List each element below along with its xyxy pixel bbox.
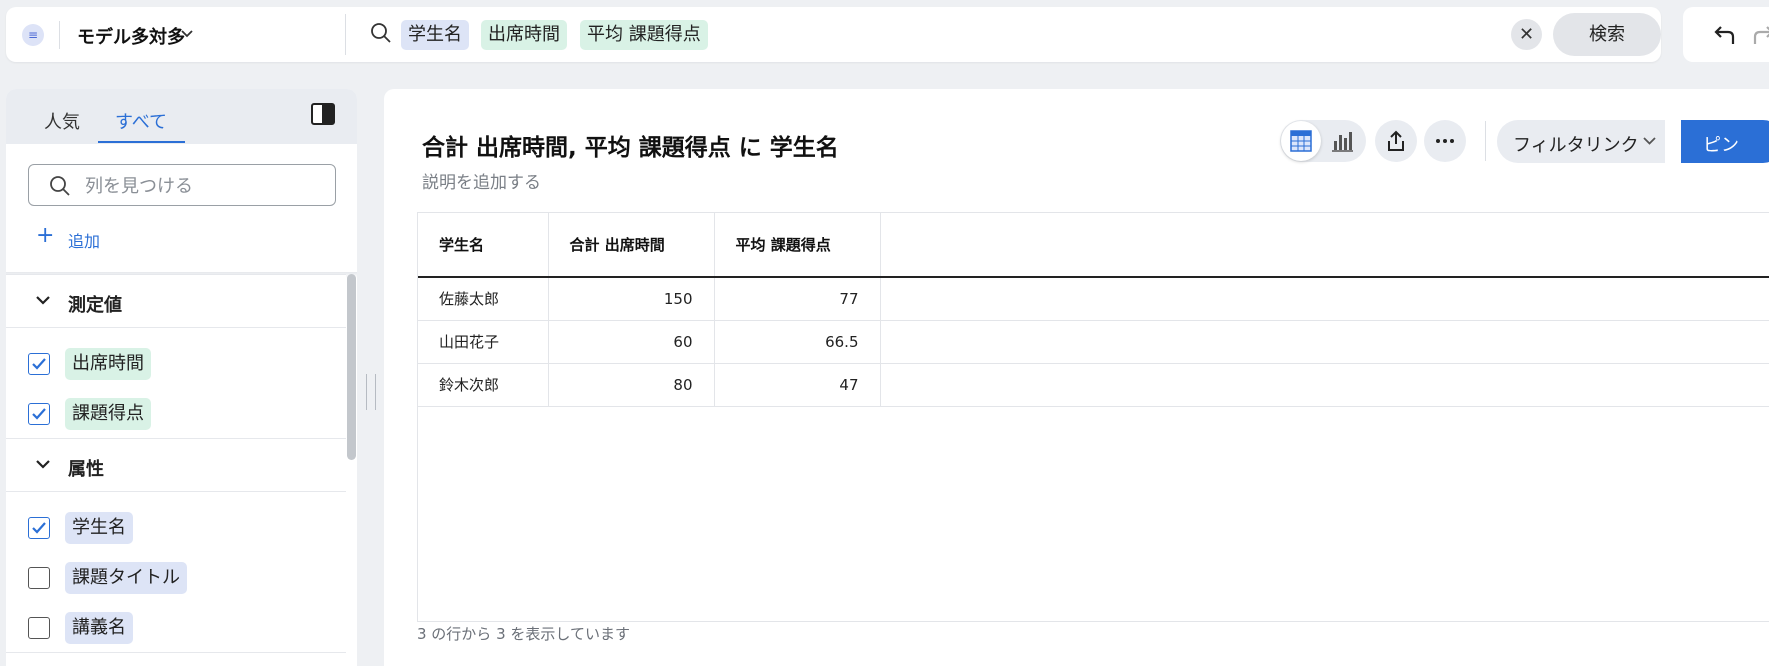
more-button[interactable] — [1424, 120, 1466, 162]
table-cell: 66.5 — [714, 320, 881, 364]
active-tab-indicator — [98, 141, 185, 143]
visualization-panel: 合計 出席時間, 平均 課題得点 に 学生名 説明を追加する フィルタリンク ピ… — [384, 89, 1769, 666]
panel-tabs: 人気 すべて — [6, 89, 357, 144]
add-label: 追加 — [68, 232, 101, 251]
checkmark-icon — [32, 522, 46, 534]
filter-link-button[interactable]: フィルタリンク — [1497, 120, 1665, 163]
chevron-down-icon[interactable] — [181, 30, 193, 38]
checkmark-icon — [32, 358, 46, 370]
view-toggle — [1280, 120, 1366, 162]
column-header[interactable]: 合計 出席時間 — [548, 213, 715, 278]
table-row: 鈴木次郎 80 47 — [418, 363, 1769, 407]
table-cell: 60 — [548, 320, 715, 364]
divider — [1485, 121, 1486, 161]
divider — [6, 652, 346, 653]
more-icon — [1436, 139, 1454, 143]
model-name[interactable]: モデル多対多 — [77, 23, 185, 49]
table-row: 佐藤太郎 150 77 — [418, 277, 1769, 321]
results-table: 学生名 合計 出席時間 平均 課題得点 佐藤太郎 150 77 山田花子 60 … — [417, 212, 1769, 622]
plus-icon: + — [36, 223, 55, 248]
column-panel: 人気 すべて + 追加 測定値 出席時間 課題得点 属性 学生名 課題タイトル — [6, 89, 357, 666]
share-icon — [1388, 130, 1404, 151]
table-cell: 佐藤太郎 — [418, 277, 549, 321]
undo-icon[interactable] — [1713, 24, 1737, 46]
measure-chip: 出席時間 — [65, 348, 151, 380]
table-cell: 80 — [548, 363, 715, 407]
search-icon — [50, 176, 70, 196]
description-field[interactable]: 説明を追加する — [422, 168, 541, 193]
search-token[interactable]: 学生名 — [401, 20, 469, 50]
section-label: 属性 — [68, 459, 104, 480]
divider — [59, 21, 60, 49]
find-column-input[interactable] — [85, 173, 325, 199]
checkbox[interactable] — [28, 617, 50, 639]
search-icon — [371, 23, 391, 43]
table-row: 山田花子 60 66.5 — [418, 320, 1769, 364]
chevron-down-icon — [36, 296, 50, 305]
redo-icon[interactable] — [1751, 24, 1769, 46]
table-view-button[interactable] — [1281, 121, 1321, 161]
checkbox[interactable] — [28, 403, 50, 425]
tab-popular[interactable]: 人気 — [44, 108, 80, 134]
checkmark-icon — [32, 408, 46, 420]
pin-button[interactable]: ピン — [1681, 120, 1769, 163]
divider — [345, 14, 346, 55]
scrollbar[interactable] — [347, 274, 356, 460]
section-label: 測定値 — [68, 295, 122, 316]
table-cell: 山田花子 — [418, 320, 549, 364]
checkbox[interactable] — [28, 517, 50, 539]
attribute-chip: 学生名 — [65, 512, 133, 544]
column-header[interactable]: 学生名 — [418, 213, 549, 278]
share-button[interactable] — [1375, 120, 1417, 162]
section-attributes-header[interactable]: 属性 — [6, 438, 346, 492]
table-icon — [1290, 130, 1312, 152]
search-token[interactable]: 平均 課題得点 — [580, 20, 708, 50]
row-count-text: 3 の行から 3 を表示しています — [417, 625, 630, 643]
find-column-field[interactable] — [28, 164, 336, 206]
search-bar: ≡ モデル多対多 学生名 出席時間 平均 課題得点 ✕ 検索 — [6, 7, 1661, 62]
table-cell: 77 — [714, 277, 881, 321]
attribute-chip: 課題タイトル — [65, 562, 187, 594]
panel-toggle-icon[interactable] — [311, 103, 335, 125]
table-header-row: 学生名 合計 出席時間 平均 課題得点 — [418, 213, 1769, 278]
list-item[interactable]: 講義名 — [6, 603, 346, 653]
table-cell: 鈴木次郎 — [418, 363, 549, 407]
list-item[interactable]: 課題得点 — [6, 389, 346, 439]
table-cell: 47 — [714, 363, 881, 407]
table-cell-empty — [880, 320, 1769, 364]
attribute-chip: 講義名 — [65, 612, 133, 644]
list-item[interactable]: 学生名 — [6, 503, 346, 553]
history-bar — [1683, 7, 1769, 62]
list-item[interactable]: 課題タイトル — [6, 553, 346, 603]
search-token[interactable]: 出席時間 — [481, 20, 567, 50]
bar-chart-icon — [1332, 132, 1353, 152]
chevron-down-icon — [1643, 137, 1656, 145]
panel-resize-handle[interactable] — [366, 374, 376, 410]
search-button[interactable]: 検索 — [1553, 13, 1661, 56]
table-cell: 150 — [548, 277, 715, 321]
table-cell-empty — [880, 277, 1769, 321]
menu-icon[interactable]: ≡ — [22, 24, 44, 46]
table-cell-empty — [880, 363, 1769, 407]
page-title[interactable]: 合計 出席時間, 平均 課題得点 に 学生名 — [422, 128, 839, 162]
filter-link-label: フィルタリンク — [1513, 135, 1639, 156]
column-header[interactable]: 平均 課題得点 — [714, 213, 881, 278]
chevron-down-icon — [36, 460, 50, 469]
pin-label: ピン — [1703, 135, 1739, 156]
list-item[interactable]: 出席時間 — [6, 339, 346, 389]
section-measures-header[interactable]: 測定値 — [6, 274, 346, 328]
checkbox[interactable] — [28, 567, 50, 589]
clear-search-button[interactable]: ✕ — [1511, 19, 1542, 50]
checkbox[interactable] — [28, 353, 50, 375]
tab-all[interactable]: すべて — [115, 108, 167, 134]
column-header-empty — [880, 213, 1769, 278]
measure-chip: 課題得点 — [65, 398, 151, 430]
